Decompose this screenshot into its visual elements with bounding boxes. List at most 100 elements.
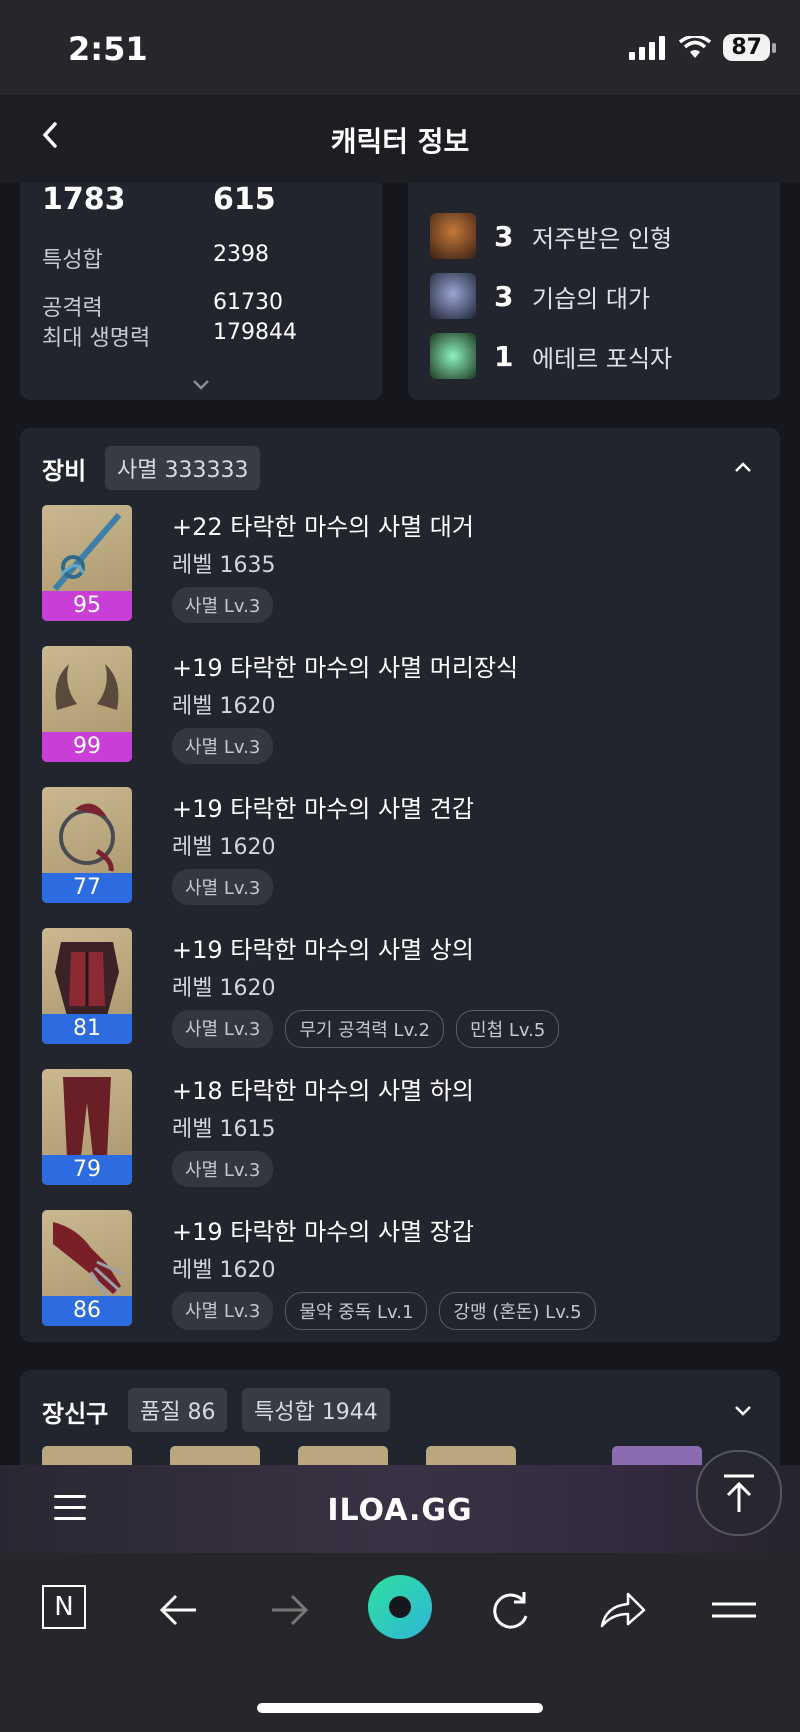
site-bottom-bar: ILOA.GG <box>0 1465 800 1553</box>
back-arrow-icon[interactable] <box>156 1588 200 1632</box>
pauldron-icon: 77 <box>42 787 132 903</box>
engraving-level: 3 <box>494 219 514 253</box>
scroll-to-top-button[interactable] <box>696 1450 782 1536</box>
equipment-item-chest[interactable]: 81 +19 타락한 마수의 사멸 상의 레벨 1620 사멸 Lv.3 무기 … <box>42 928 762 1048</box>
item-level: 레벨 1620 <box>172 1258 276 1283</box>
status-time: 2:51 <box>68 30 148 68</box>
status-icons: 87 <box>629 34 776 61</box>
stat-label: 최대 생명력 <box>42 326 151 351</box>
more-menu-icon[interactable] <box>710 1588 758 1632</box>
item-level: 레벨 1635 <box>172 553 276 578</box>
set-effect-badge: 사멸 333333 <box>105 446 261 490</box>
engraving-name: 에테르 포식자 <box>532 344 673 373</box>
equipment-title: 장비 <box>42 457 87 485</box>
tag: 사멸 Lv.3 <box>172 869 274 905</box>
item-level: 레벨 1620 <box>172 976 276 1001</box>
expand-stats-button[interactable] <box>192 372 210 396</box>
tag: 사멸 Lv.3 <box>172 1151 274 1187</box>
engraving-name: 기습의 대가 <box>532 284 651 313</box>
accessories-title: 장신구 <box>42 1400 109 1428</box>
chevron-down-icon <box>735 1406 751 1416</box>
item-name: +19 타락한 마수의 사멸 머리장식 <box>172 654 519 682</box>
equipment-item-pants[interactable]: 79 +18 타락한 마수의 사멸 하의 레벨 1615 사멸 Lv.3 <box>42 1069 762 1189</box>
item-level: 레벨 1620 <box>172 694 276 719</box>
engravings-card: 3 저주받은 인형 3 기습의 대가 1 에테르 포식자 <box>408 150 780 400</box>
refresh-icon[interactable] <box>488 1588 532 1632</box>
engraving-level: 1 <box>494 339 514 373</box>
quality-badge: 77 <box>42 873 132 903</box>
item-level: 레벨 1615 <box>172 1117 276 1142</box>
tag: 민첩 Lv.5 <box>456 1010 560 1048</box>
item-name: +22 타락한 마수의 사멸 대거 <box>172 513 474 541</box>
stat-label: 특성합 <box>42 248 103 273</box>
status-bar: 2:51 87 <box>0 0 800 95</box>
quality-badge: 81 <box>42 1014 132 1044</box>
item-tags: 사멸 Lv.3 <box>172 1151 274 1187</box>
engraving-row[interactable]: 1 에테르 포식자 <box>430 332 672 380</box>
collapse-equipment-button[interactable] <box>734 454 752 479</box>
engraving-name: 저주받은 인형 <box>532 224 673 253</box>
stat-label: 공격력 <box>42 296 103 321</box>
stat-value: 2398 <box>213 242 269 267</box>
tag: 사멸 Lv.3 <box>172 1010 274 1048</box>
item-name: +19 타락한 마수의 사멸 견갑 <box>172 795 474 823</box>
home-icon <box>389 1596 411 1618</box>
item-name: +19 타락한 마수의 사멸 상의 <box>172 936 474 964</box>
tabs-button[interactable]: N <box>42 1585 86 1629</box>
item-name: +19 타락한 마수의 사멸 장갑 <box>172 1218 474 1246</box>
quality-badge: 86 <box>42 1296 132 1326</box>
combat-stat-right: 615 <box>213 182 276 217</box>
battery-indicator: 87 <box>723 34 776 61</box>
equipment-card: 장비 사멸 333333 95 +22 타락한 마수의 사멸 대거 레벨 163… <box>20 428 780 1342</box>
tag: 사멸 Lv.3 <box>172 587 274 623</box>
stats-card: 1783 615 특성합 2398 공격력 61730 최대 생명력 17984… <box>20 150 382 400</box>
equipment-item-helmet[interactable]: 99 +19 타락한 마수의 사멸 머리장식 레벨 1620 사멸 Lv.3 <box>42 646 762 766</box>
forward-arrow-icon[interactable] <box>268 1588 312 1632</box>
item-tags: 사멸 Lv.3 무기 공격력 Lv.2 민첩 Lv.5 <box>172 1010 560 1048</box>
arrow-up-icon <box>724 1474 754 1512</box>
item-tags: 사멸 Lv.3 <box>172 869 274 905</box>
item-tags: 사멸 Lv.3 물약 중독 Lv.1 강맹 (혼돈) Lv.5 <box>172 1292 596 1330</box>
home-button[interactable] <box>368 1575 432 1639</box>
expand-accessories-button[interactable] <box>734 1398 752 1423</box>
tag: 무기 공격력 Lv.2 <box>285 1010 445 1048</box>
stat-value: 179844 <box>213 320 297 345</box>
stat-value: 61730 <box>213 290 283 315</box>
item-level: 레벨 1620 <box>172 835 276 860</box>
tag: 물약 중독 Lv.1 <box>285 1292 428 1330</box>
equipment-item-shoulder[interactable]: 77 +19 타락한 마수의 사멸 견갑 레벨 1620 사멸 Lv.3 <box>42 787 762 907</box>
page-title: 캐릭터 정보 <box>330 125 470 158</box>
quality-badge: 95 <box>42 591 132 621</box>
engraving-row[interactable]: 3 저주받은 인형 <box>430 212 672 260</box>
quality-badge: 79 <box>42 1155 132 1185</box>
engraving-row[interactable]: 3 기습의 대가 <box>430 272 650 320</box>
item-tags: 사멸 Lv.3 <box>172 587 274 623</box>
wifi-icon <box>679 35 712 58</box>
headpiece-icon: 99 <box>42 646 132 762</box>
gloves-icon: 86 <box>42 1210 132 1326</box>
dagger-icon: 95 <box>42 505 132 621</box>
ether-predator-icon <box>430 333 476 379</box>
chevron-up-icon <box>735 462 751 472</box>
share-icon[interactable] <box>598 1588 646 1632</box>
item-tags: 사멸 Lv.3 <box>172 728 274 764</box>
tag: 사멸 Lv.3 <box>172 728 274 764</box>
equipment-item-gloves[interactable]: 86 +19 타락한 마수의 사멸 장갑 레벨 1620 사멸 Lv.3 물약 … <box>42 1210 762 1330</box>
combat-stat-left: 1783 <box>42 182 126 217</box>
accessory-quality-badge: 품질 86 <box>128 1388 228 1432</box>
item-name: +18 타락한 마수의 사멸 하의 <box>172 1077 474 1105</box>
chevron-down-icon <box>193 380 209 390</box>
tag: 강맹 (혼돈) Lv.5 <box>439 1292 596 1330</box>
cursed-doll-icon <box>430 213 476 259</box>
tag: 사멸 Lv.3 <box>172 1292 274 1330</box>
equipment-item-weapon[interactable]: 95 +22 타락한 마수의 사멸 대거 레벨 1635 사멸 Lv.3 <box>42 505 762 625</box>
browser-toolbar: N <box>0 1553 800 1732</box>
pants-icon: 79 <box>42 1069 132 1185</box>
engraving-level: 3 <box>494 279 514 313</box>
accessory-stat-badge: 특성합 1944 <box>242 1388 390 1432</box>
ambush-master-icon <box>430 273 476 319</box>
quality-badge: 99 <box>42 732 132 762</box>
app-header: 캐릭터 정보 <box>0 95 800 183</box>
home-indicator <box>257 1703 543 1713</box>
site-logo[interactable]: ILOA.GG <box>0 1493 800 1528</box>
